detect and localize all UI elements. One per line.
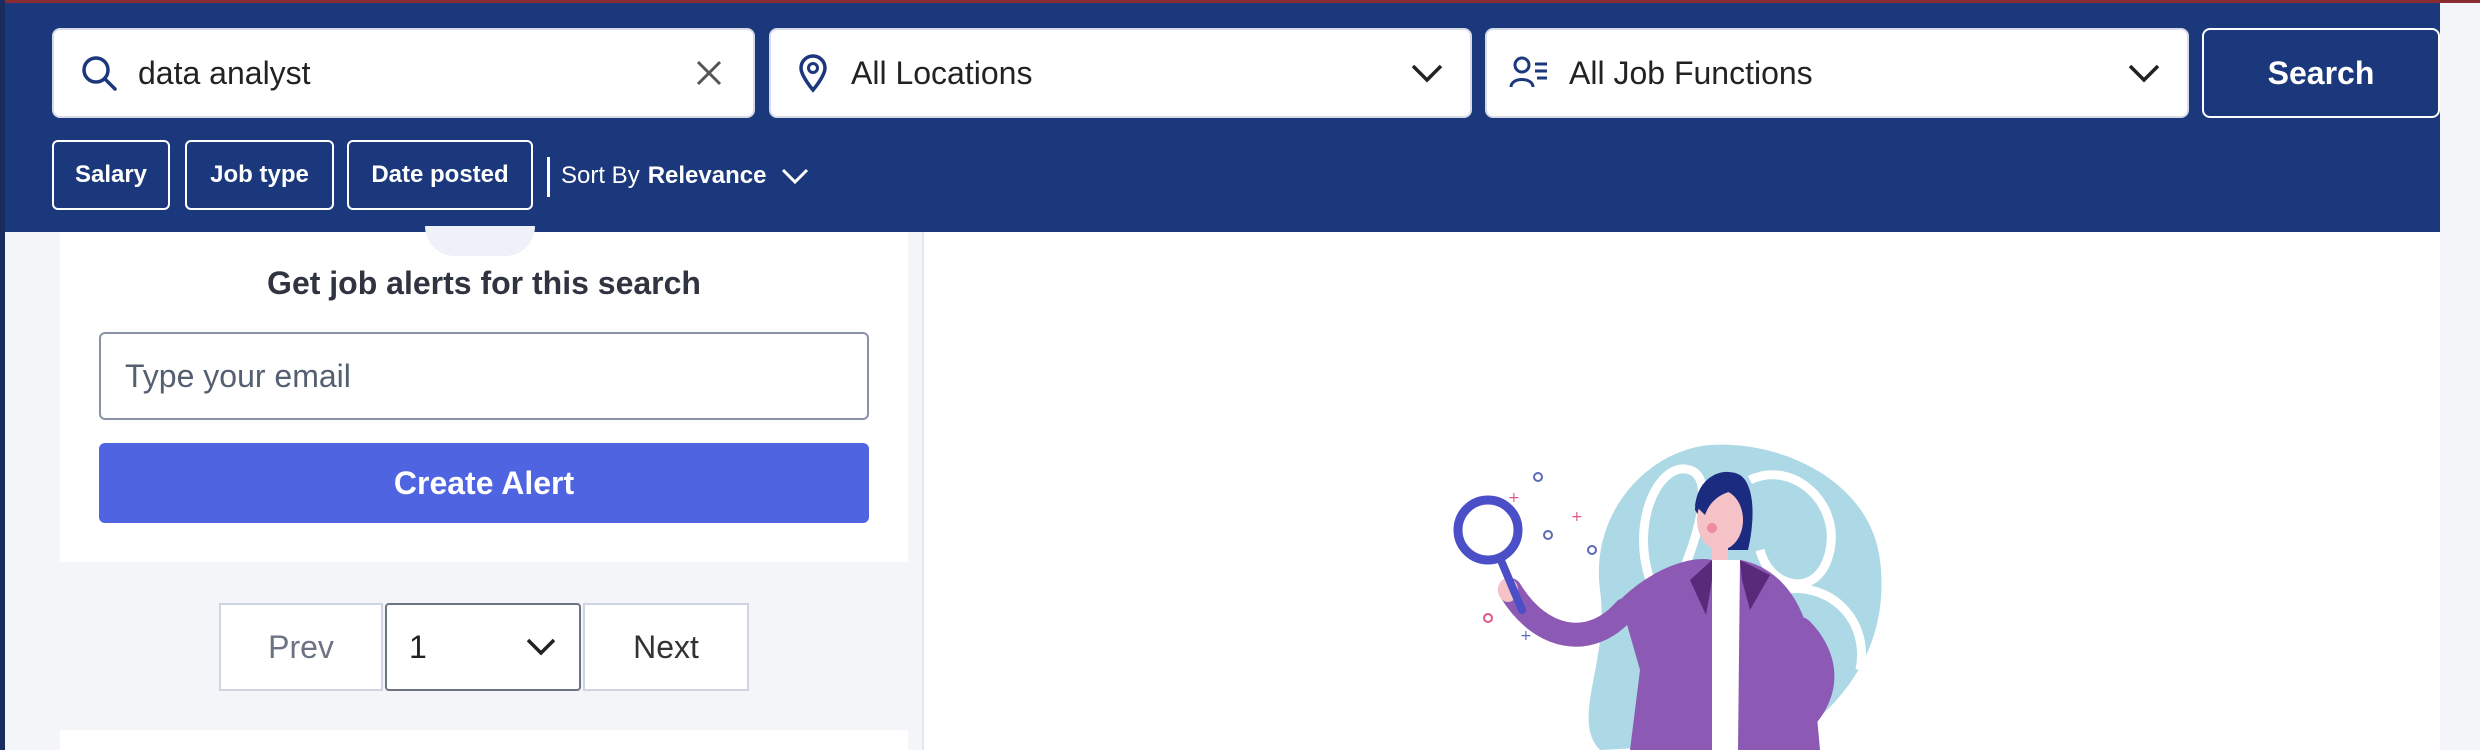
sort-divider: [547, 157, 550, 197]
next-page-button[interactable]: Next: [583, 603, 749, 691]
location-pin-icon: [797, 53, 829, 93]
clear-icon[interactable]: [695, 59, 723, 87]
prev-page-button[interactable]: Prev: [219, 603, 383, 691]
create-alert-button[interactable]: Create Alert: [99, 443, 869, 523]
sort-prefix: Sort By: [561, 162, 640, 189]
salary-filter-button[interactable]: Salary: [52, 140, 170, 210]
sort-value: Relevance: [647, 162, 767, 189]
job-type-filter-button[interactable]: Job type: [185, 140, 334, 210]
job-function-value: All Job Functions: [1569, 54, 1813, 91]
search-header: data analyst All Locations All Job Funct…: [5, 3, 2440, 232]
keyword-search-field[interactable]: data analyst: [52, 28, 755, 118]
current-page: 1: [409, 628, 427, 665]
job-search-illustration: + + +: [1453, 444, 1882, 750]
sort-dropdown[interactable]: Sort By Relevance: [561, 153, 810, 199]
keyword-input[interactable]: data analyst: [138, 55, 311, 92]
job-alert-title: Get job alerts for this search: [267, 265, 701, 301]
chevron-down-icon: [1410, 63, 1444, 83]
email-input[interactable]: Type your email: [99, 332, 869, 420]
chevron-down-icon: [525, 637, 557, 657]
search-icon: [80, 54, 118, 92]
chevron-down-icon: [2127, 63, 2161, 83]
svg-text:+: +: [1571, 509, 1583, 525]
page-select[interactable]: 1: [385, 603, 581, 691]
person-list-icon: [1509, 55, 1549, 91]
chevron-down-icon: [780, 167, 810, 185]
search-button[interactable]: Search: [2202, 28, 2440, 118]
job-function-select[interactable]: All Job Functions: [1485, 28, 2189, 118]
decorative-circle: [425, 226, 535, 256]
location-value: All Locations: [851, 54, 1033, 91]
location-select[interactable]: All Locations: [769, 28, 1472, 118]
job-listing-card-partial: [60, 730, 908, 750]
date-posted-filter-button[interactable]: Date posted: [347, 140, 533, 210]
